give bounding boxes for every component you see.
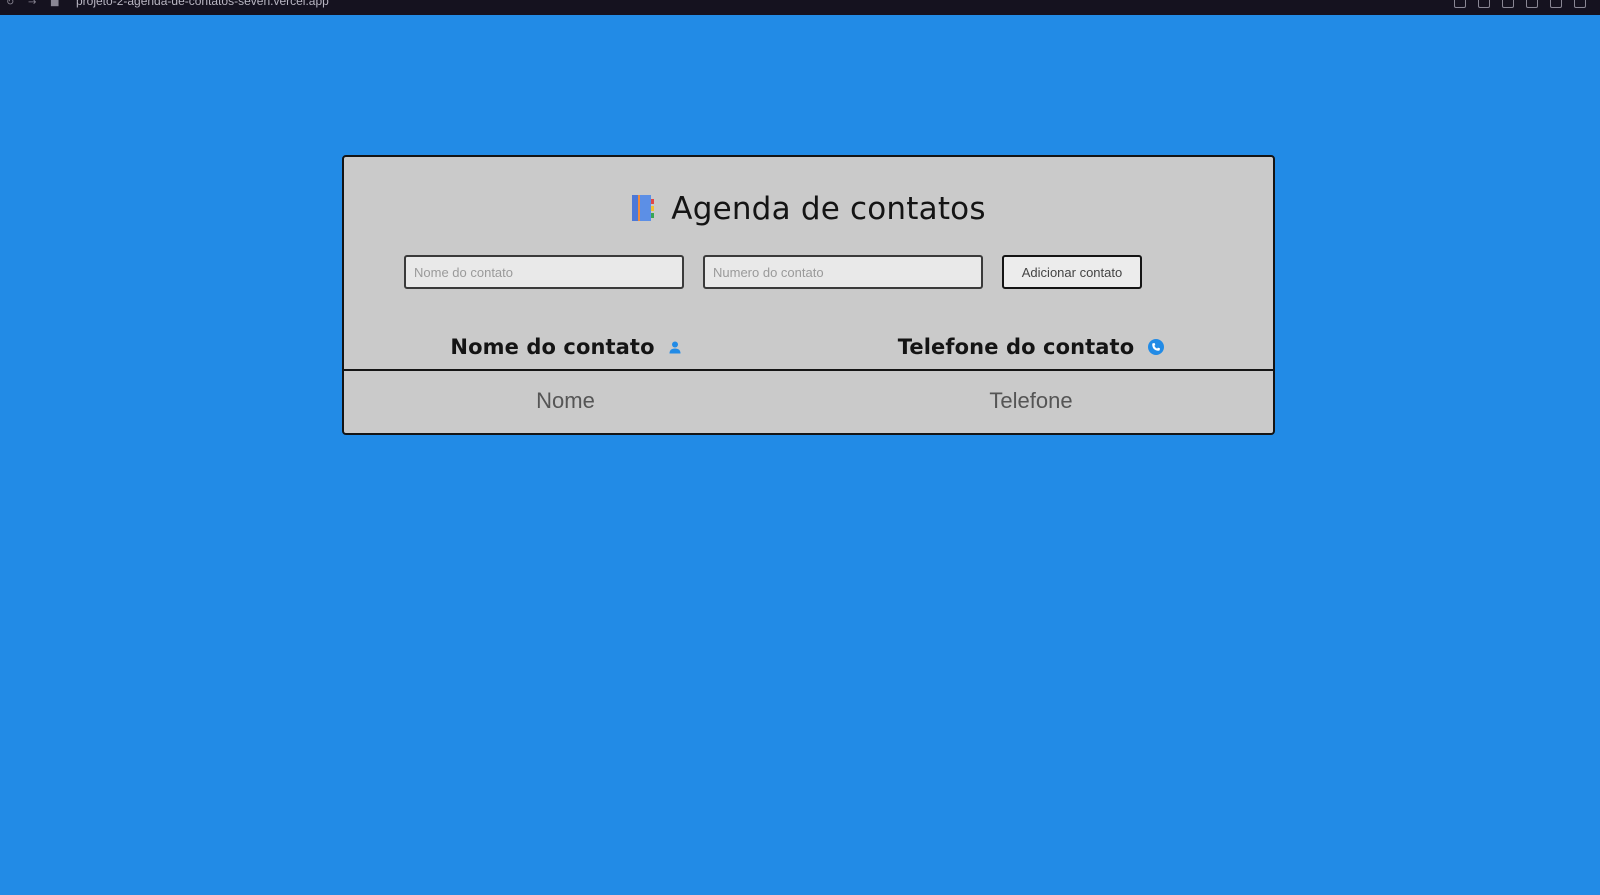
add-contact-button[interactable]: Adicionar contato — [1002, 255, 1142, 289]
contact-number-input[interactable] — [703, 255, 983, 289]
bookmark-icon[interactable] — [1454, 0, 1466, 8]
column-header-phone: Telefone do contato — [787, 327, 1275, 367]
column-header-name-label: Nome do contato — [450, 335, 655, 359]
browser-toolbar: ↻ → ■ projeto-2-agenda-de-contatos-seven… — [0, 0, 1600, 15]
page-title: Agenda de contatos — [671, 191, 986, 227]
lock-icon: ■ — [50, 0, 60, 8]
extension-icon[interactable] — [1502, 0, 1514, 8]
phone-icon — [1148, 339, 1165, 355]
address-book-icon — [632, 195, 655, 221]
puzzle-icon[interactable] — [1526, 0, 1538, 8]
profile-icon[interactable] — [1550, 0, 1562, 8]
menu-icon[interactable] — [1574, 0, 1586, 8]
screenshot-icon[interactable] — [1478, 0, 1490, 8]
add-contact-form: Adicionar contato — [404, 255, 1142, 289]
reload-icon[interactable]: ↻ — [6, 0, 14, 9]
cell-contact-name: Nome — [536, 388, 595, 413]
table-row: Nome Telefone — [344, 371, 1273, 431]
user-icon — [669, 341, 681, 353]
forward-icon[interactable]: → — [28, 0, 36, 9]
column-header-phone-label: Telefone do contato — [897, 335, 1135, 359]
address-bar[interactable]: projeto-2-agenda-de-contatos-seven.verce… — [76, 0, 329, 8]
browser-actions — [1454, 0, 1586, 8]
contacts-card: Agenda de contatos Adicionar contato Nom… — [342, 155, 1275, 435]
cell-contact-phone: Telefone — [989, 388, 1073, 413]
contacts-table-header: Nome do contato Telefone do contato — [344, 327, 1273, 371]
page-header: Agenda de contatos — [344, 187, 1273, 231]
contact-name-input[interactable] — [404, 255, 684, 289]
column-header-name: Nome do contato — [344, 327, 787, 367]
